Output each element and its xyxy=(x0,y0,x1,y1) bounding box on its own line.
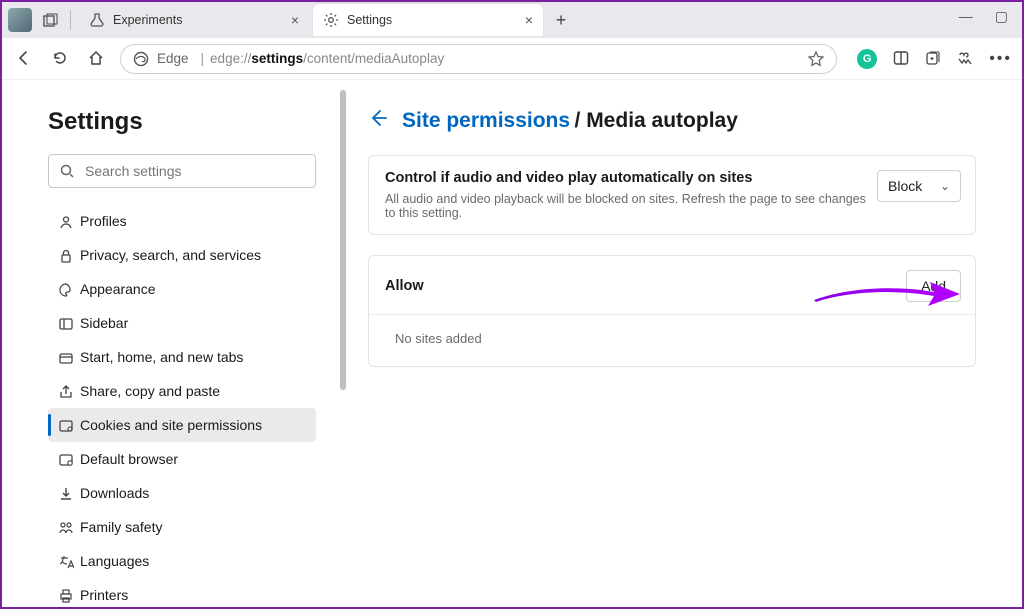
allow-list-card: Allow Add No sites added xyxy=(368,255,976,367)
gear-icon xyxy=(323,12,339,28)
profile-icon xyxy=(58,212,80,229)
share-icon xyxy=(58,382,80,399)
maximize-button[interactable]: ▢ xyxy=(995,8,1008,25)
breadcrumb-current: Media autoplay xyxy=(586,109,738,132)
heart-icon[interactable] xyxy=(957,50,973,68)
profile-avatar[interactable] xyxy=(8,8,32,32)
sidebar-item-label: Family safety xyxy=(80,519,162,535)
language-icon xyxy=(58,552,80,569)
sidebar-item-sidebar[interactable]: Sidebar xyxy=(48,306,316,340)
printer-icon xyxy=(58,586,80,603)
sidebar-item-label: Cookies and site permissions xyxy=(80,417,262,433)
control-autoplay-card: Control if audio and video play automati… xyxy=(368,155,976,235)
toolbar-right-icons: G ••• xyxy=(857,49,1012,69)
sidebar-item-privacy[interactable]: Privacy, search, and services xyxy=(48,238,316,272)
breadcrumb-parent-link[interactable]: Site permissions xyxy=(402,109,570,132)
grammarly-icon[interactable]: G xyxy=(857,49,877,69)
sidebar-item-label: Privacy, search, and services xyxy=(80,247,261,263)
close-icon[interactable]: × xyxy=(525,12,533,28)
sidebar-item-label: Appearance xyxy=(80,281,156,297)
settings-sidebar: Settings Profiles Privacy, search, and s… xyxy=(2,80,346,607)
allow-empty-text: No sites added xyxy=(369,315,975,366)
tab-settings[interactable]: Settings × xyxy=(313,4,543,36)
back-button[interactable] xyxy=(12,50,36,68)
divider: | xyxy=(201,51,205,66)
sidebar-item-profiles[interactable]: Profiles xyxy=(48,204,316,238)
sidebar-item-label: Default browser xyxy=(80,451,178,467)
chevron-down-icon: ⌄ xyxy=(940,179,950,193)
dropdown-value: Block xyxy=(888,178,922,194)
sidebar-icon xyxy=(58,314,80,331)
edge-logo-icon xyxy=(133,50,149,66)
sidebar-item-label: Languages xyxy=(80,553,149,569)
sidebar-item-label: Start, home, and new tabs xyxy=(80,349,243,365)
browser-toolbar: Edge | edge://settings/content/mediaAuto… xyxy=(2,38,1022,80)
autoplay-mode-dropdown[interactable]: Block ⌄ xyxy=(877,170,961,202)
sidebar-item-label: Share, copy and paste xyxy=(80,383,220,399)
add-button[interactable]: Add xyxy=(906,270,961,302)
sidebar-item-label: Printers xyxy=(80,587,128,603)
sidebar-item-default-browser[interactable]: Default browser xyxy=(48,442,316,476)
flask-icon xyxy=(89,12,105,28)
sidebar-item-languages[interactable]: Languages xyxy=(48,544,316,578)
tab-actions-icon[interactable] xyxy=(42,11,58,28)
palette-icon xyxy=(58,280,80,297)
settings-nav: Profiles Privacy, search, and services A… xyxy=(48,204,316,612)
content-area: Settings Profiles Privacy, search, and s… xyxy=(2,80,1022,607)
tab-experiments[interactable]: Experiments × xyxy=(79,4,309,36)
lock-icon xyxy=(58,246,80,263)
breadcrumb-separator: / xyxy=(575,109,587,132)
breadcrumb: Site permissions / Media autoplay xyxy=(368,108,1012,133)
sidebar-item-printers[interactable]: Printers xyxy=(48,578,316,612)
window-titlebar: Experiments × Settings × + ― ▢ × xyxy=(2,2,1022,38)
settings-heading: Settings xyxy=(48,108,322,136)
search-settings[interactable] xyxy=(48,154,316,188)
sidebar-item-label: Sidebar xyxy=(80,315,128,331)
url-text: edge://settings/content/mediaAutoplay xyxy=(210,51,444,66)
search-input[interactable] xyxy=(85,163,305,179)
tab-title: Experiments xyxy=(113,13,291,27)
sidebar-item-share[interactable]: Share, copy and paste xyxy=(48,374,316,408)
divider xyxy=(70,10,71,30)
sidebar-item-cookies[interactable]: Cookies and site permissions xyxy=(48,408,316,442)
edge-label: Edge xyxy=(157,51,189,66)
favorite-icon[interactable] xyxy=(808,50,824,66)
family-icon xyxy=(58,518,80,535)
sidebar-item-label: Profiles xyxy=(80,213,127,229)
tab-icon xyxy=(58,348,80,365)
minimize-button[interactable]: ― xyxy=(959,8,973,25)
browser-icon xyxy=(58,450,80,467)
more-icon[interactable]: ••• xyxy=(989,50,1012,68)
collections-icon[interactable] xyxy=(925,50,941,68)
split-screen-icon[interactable] xyxy=(893,50,909,68)
sidebar-item-label: Downloads xyxy=(80,485,149,501)
new-tab-button[interactable]: + xyxy=(547,10,575,31)
home-button[interactable] xyxy=(84,50,108,68)
allow-title: Allow xyxy=(385,278,906,294)
refresh-button[interactable] xyxy=(48,50,72,68)
close-icon[interactable]: × xyxy=(291,12,299,28)
control-title: Control if audio and video play automati… xyxy=(385,170,877,186)
address-bar[interactable]: Edge | edge://settings/content/mediaAuto… xyxy=(120,44,837,74)
sidebar-item-family[interactable]: Family safety xyxy=(48,510,316,544)
settings-main: Site permissions / Media autoplay Contro… xyxy=(346,80,1022,607)
search-icon xyxy=(59,162,75,180)
sidebar-item-downloads[interactable]: Downloads xyxy=(48,476,316,510)
window-controls: ― ▢ × xyxy=(951,2,1016,31)
tab-title: Settings xyxy=(347,13,525,27)
sidebar-scrollbar[interactable] xyxy=(340,80,346,607)
download-icon xyxy=(58,484,80,501)
breadcrumb-back-button[interactable] xyxy=(368,108,388,133)
sidebar-item-start[interactable]: Start, home, and new tabs xyxy=(48,340,316,374)
cookie-icon xyxy=(58,416,80,433)
sidebar-item-appearance[interactable]: Appearance xyxy=(48,272,316,306)
control-desc: All audio and video playback will be blo… xyxy=(385,192,877,220)
